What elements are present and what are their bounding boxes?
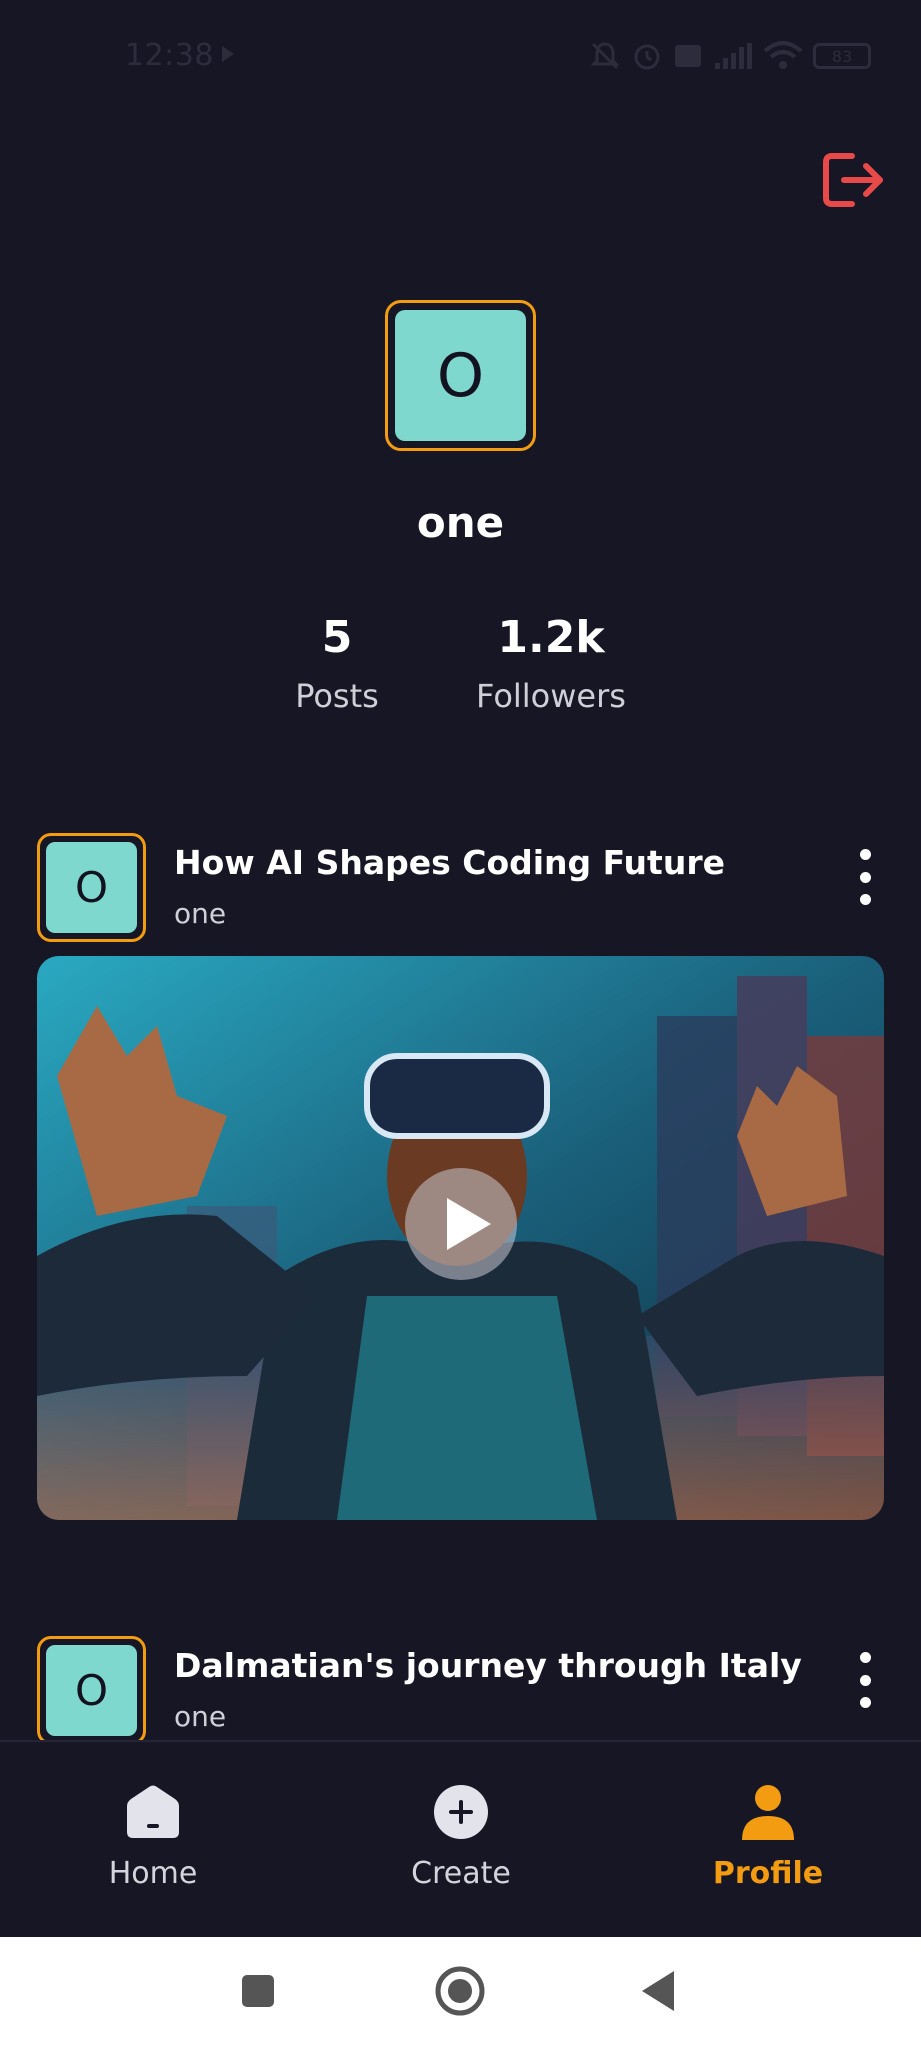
system-navigation-bar [0, 1937, 921, 2048]
home-icon [53, 1782, 253, 1842]
signal-icon [715, 43, 752, 69]
media-playing-icon [222, 46, 234, 62]
post-more-options-button[interactable] [851, 849, 879, 905]
nav-profile-label: Profile [712, 1856, 824, 1891]
dot-icon [859, 1674, 871, 1686]
status-icons: 83 [589, 40, 871, 72]
bottom-navigation: Home Create Profile [0, 1740, 921, 1937]
play-button[interactable] [405, 1168, 517, 1280]
post-author-avatar[interactable]: O [37, 1636, 146, 1745]
nav-create-label: Create [411, 1856, 511, 1891]
post-author[interactable]: one [174, 1700, 226, 1733]
profile-avatar[interactable]: O [385, 300, 536, 451]
hd-icon [675, 45, 701, 67]
dot-icon [859, 894, 871, 905]
dot-icon [859, 1697, 871, 1708]
square-icon [242, 1975, 274, 2007]
battery-icon: 83 [813, 43, 871, 69]
nav-create[interactable]: Create [361, 1782, 561, 1891]
plus-circle-icon [361, 1782, 561, 1842]
profile-username: one [416, 498, 505, 547]
post-avatar-letter: O [46, 1645, 137, 1736]
nav-profile[interactable]: Profile [668, 1782, 868, 1891]
post-author[interactable]: one [174, 897, 226, 930]
followers-label: Followers [476, 677, 626, 715]
post-header: O Dalmatian's journey through Italy one [37, 1636, 887, 1746]
post-header: O How AI Shapes Coding Future one [37, 833, 887, 943]
person-icon [668, 1782, 868, 1842]
posts-count: 5 [321, 612, 353, 663]
post-video-thumbnail[interactable] [37, 956, 884, 1520]
followers-count: 1.2k [497, 612, 605, 663]
status-time: 12:38 [125, 38, 214, 73]
logout-button[interactable] [822, 150, 886, 210]
dot-icon [859, 849, 871, 860]
wifi-icon [763, 41, 803, 69]
back-button[interactable] [640, 1969, 676, 2017]
post-more-options-button[interactable] [851, 1652, 879, 1708]
recent-apps-button[interactable] [240, 1973, 276, 2013]
alarm-icon [634, 44, 660, 70]
home-system-button[interactable] [434, 1965, 486, 2021]
dot-icon [859, 1652, 871, 1663]
profile-avatar-letter: O [395, 310, 526, 441]
nav-home-label: Home [108, 1856, 198, 1891]
bell-off-icon [590, 42, 620, 70]
circle-icon [435, 1966, 485, 2016]
triangle-back-icon [642, 1971, 674, 2011]
dot-icon [859, 871, 871, 883]
battery-level: 83 [831, 46, 853, 66]
posts-stat: 5 Posts [287, 612, 387, 715]
post-title[interactable]: How AI Shapes Coding Future [174, 843, 725, 882]
post-avatar-letter: O [46, 842, 137, 933]
post-title[interactable]: Dalmatian's journey through Italy [174, 1646, 802, 1685]
logout-icon [823, 153, 883, 207]
followers-stat[interactable]: 1.2k Followers [470, 612, 632, 715]
posts-label: Posts [295, 677, 379, 715]
status-bar: 12:38 83 [0, 0, 921, 115]
post-author-avatar[interactable]: O [37, 833, 146, 942]
nav-home[interactable]: Home [53, 1782, 253, 1891]
